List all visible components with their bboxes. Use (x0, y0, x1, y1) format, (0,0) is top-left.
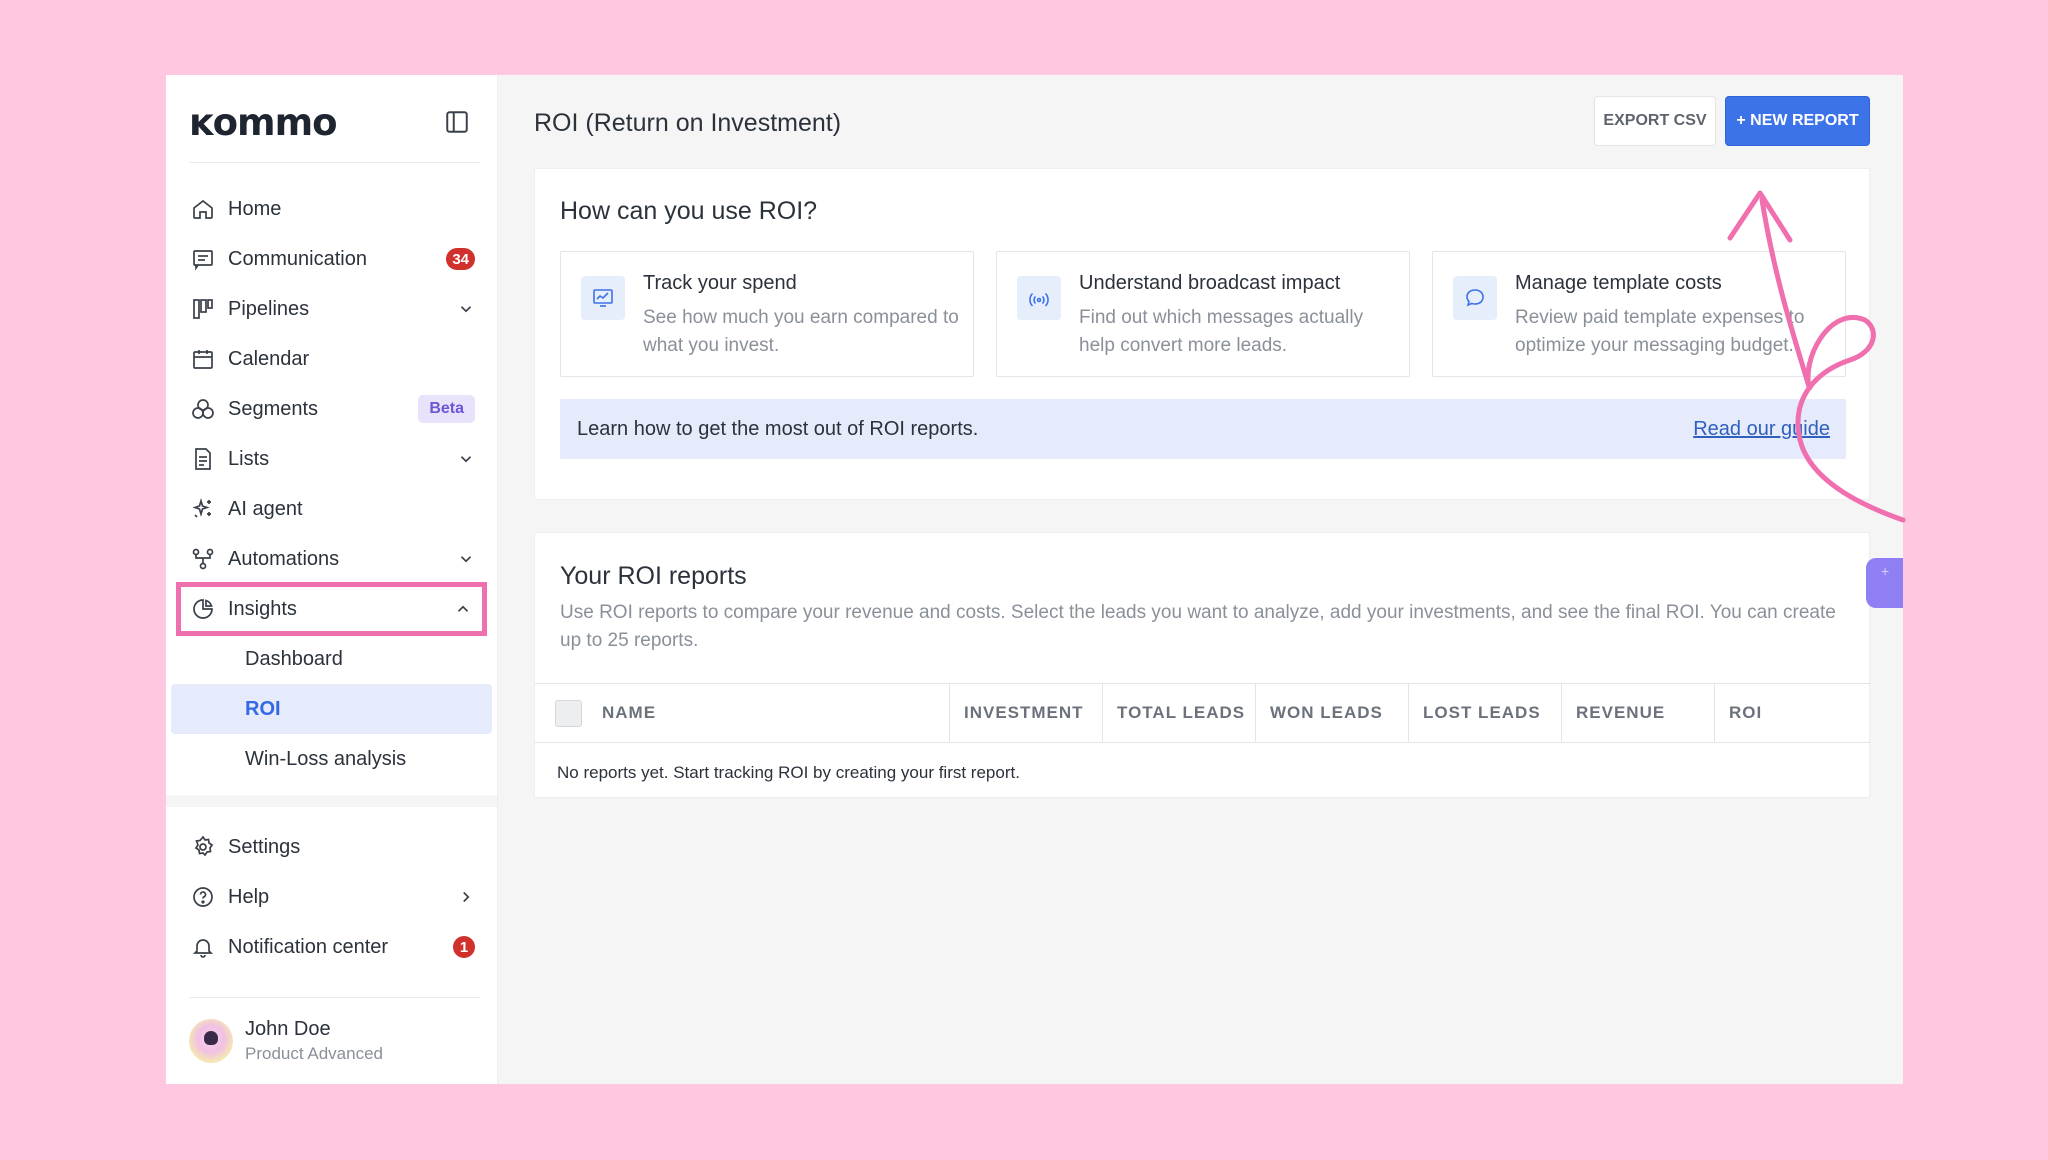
speech-bubble-icon (1453, 276, 1497, 320)
page-title: ROI (Return on Investment) (534, 109, 842, 137)
tile-template-costs: Manage template costs Review paid templa… (1432, 251, 1846, 377)
column-label: NAME (602, 703, 657, 722)
export-csv-button[interactable]: EXPORT CSV (1594, 96, 1716, 146)
column-header-roi[interactable]: ROI (1715, 684, 1871, 742)
broadcast-icon (1017, 276, 1061, 320)
tile-title: Understand broadcast impact (1079, 272, 1341, 294)
reports-description: Use ROI reports to compare your revenue … (560, 602, 1836, 651)
app-window: ĸommo Home Communication 34 Pipelines Ca… (166, 75, 1903, 1084)
reports-title: Your ROI reports (560, 562, 747, 590)
floating-side-tab[interactable] (1866, 558, 1903, 608)
tile-title: Manage template costs (1515, 272, 1722, 294)
tile-description: Find out which messages actually help co… (1079, 307, 1364, 356)
roi-usage-card: How can you use ROI? Track your spend Se… (534, 168, 1870, 500)
column-header-won-leads[interactable]: WON LEADS (1256, 684, 1409, 742)
tile-description: See how much you earn compared to what y… (643, 307, 959, 356)
monitor-chart-icon (581, 276, 625, 320)
column-header-lost-leads[interactable]: LOST LEADS (1409, 684, 1562, 742)
tile-description: Review paid template expenses to optimiz… (1515, 307, 1805, 356)
column-header-total-leads[interactable]: TOTAL LEADS (1103, 684, 1256, 742)
new-report-button[interactable]: + NEW REPORT (1725, 96, 1870, 146)
guide-banner: Learn how to get the most out of ROI rep… (560, 399, 1846, 459)
reports-table-header: NAME INVESTMENT TOTAL LEADS WON LEADS LO… (535, 683, 1871, 743)
roi-reports-card: Your ROI reports Use ROI reports to comp… (534, 532, 1871, 798)
select-all-checkbox[interactable] (555, 699, 582, 727)
column-header-name[interactable]: NAME (535, 684, 950, 742)
empty-state-message: No reports yet. Start tracking ROI by cr… (557, 763, 1020, 782)
tile-title: Track your spend (643, 272, 797, 294)
read-guide-link[interactable]: Read our guide (1693, 418, 1830, 441)
tile-broadcast-impact: Understand broadcast impact Find out whi… (996, 251, 1410, 377)
column-header-revenue[interactable]: REVENUE (1562, 684, 1715, 742)
guide-text: Learn how to get the most out of ROI rep… (577, 418, 979, 440)
roi-usage-title: How can you use ROI? (560, 197, 818, 225)
main-content: ROI (Return on Investment) EXPORT CSV + … (166, 75, 1903, 1084)
tile-track-spend: Track your spend See how much you earn c… (560, 251, 974, 377)
column-header-investment[interactable]: INVESTMENT (950, 684, 1103, 742)
